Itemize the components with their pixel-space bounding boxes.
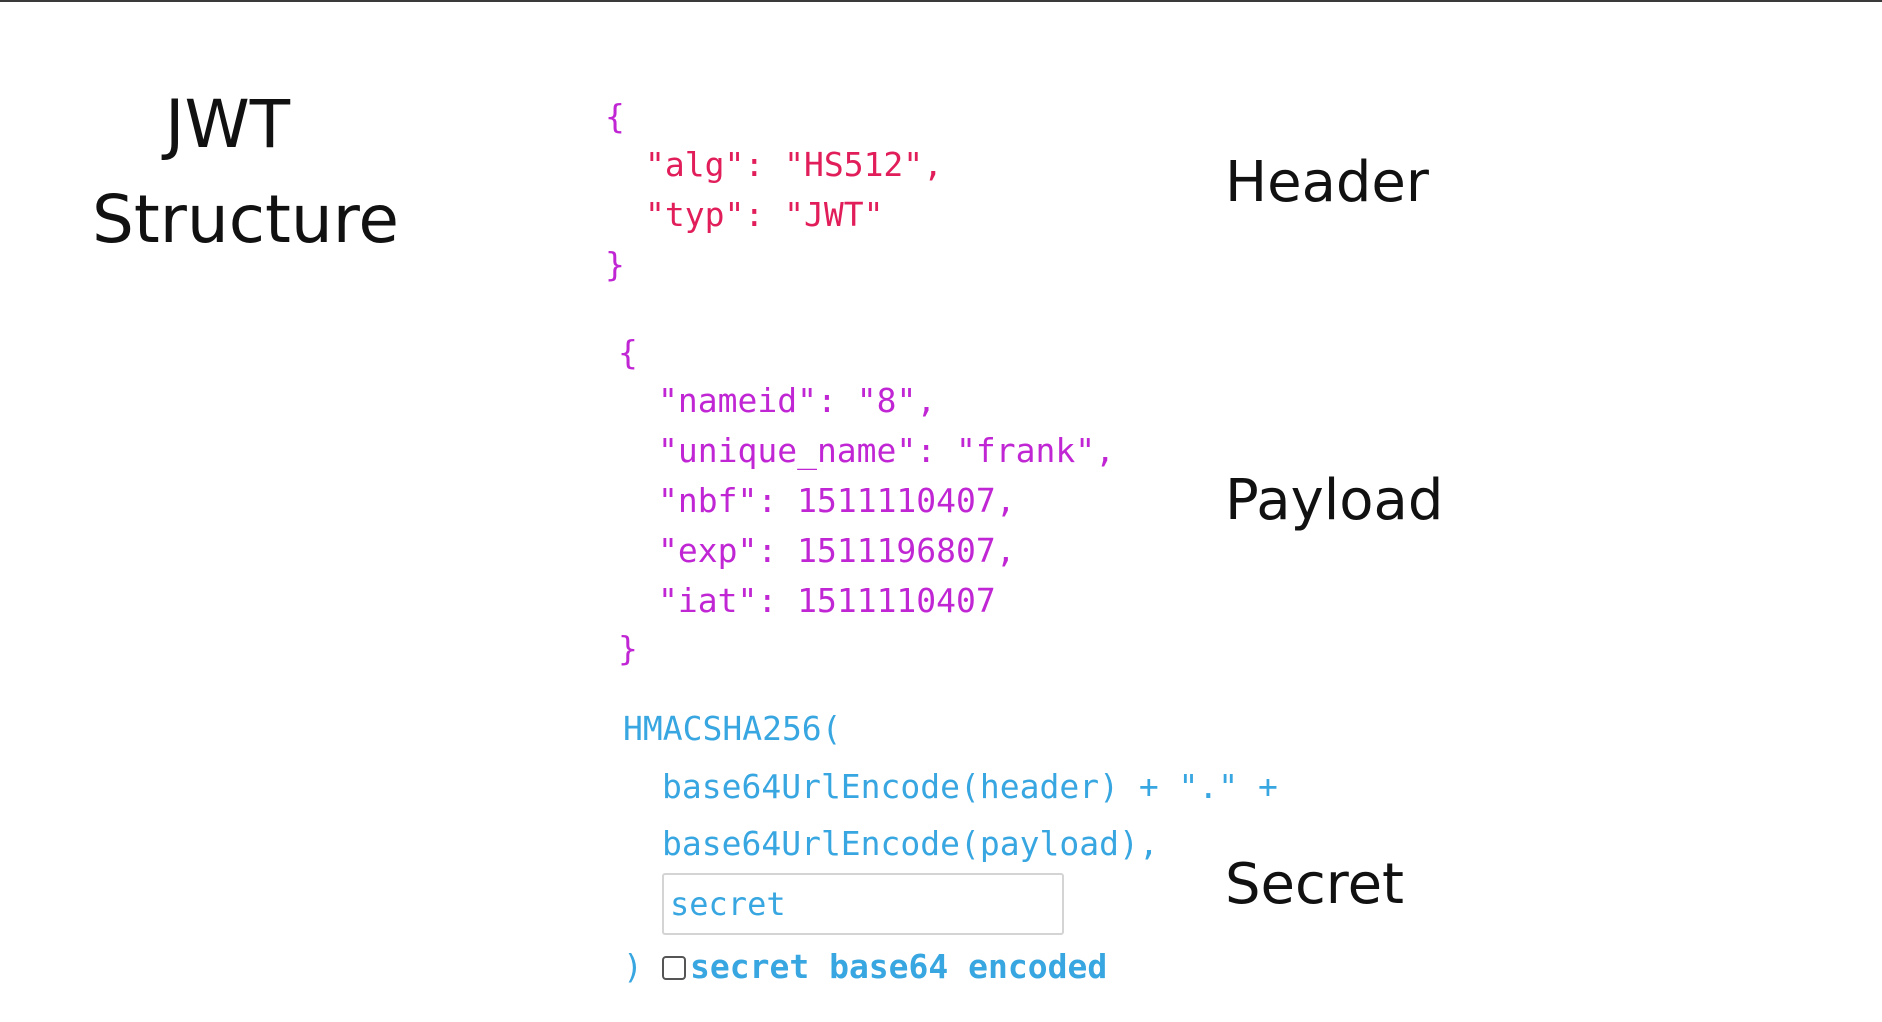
secret-base64-checkbox[interactable] — [662, 956, 686, 980]
typ-colon: : — [744, 195, 785, 234]
alg-value: "HS512" — [784, 145, 924, 184]
payload-close-brace: } — [618, 629, 638, 668]
secret-base64-label[interactable]: secret base64 encoded — [690, 950, 1107, 983]
typ-key: "typ" — [645, 195, 745, 234]
typ-value: "JWT" — [784, 195, 884, 234]
exp-comma: , — [995, 531, 1016, 570]
secret-label: Secret — [1225, 852, 1404, 917]
exp-value: 1511196807 — [797, 531, 996, 570]
iat-value: 1511110407 — [797, 581, 996, 620]
payload-exp-line: "exp": 1511196807, — [658, 534, 1016, 567]
payload-iat-line: "iat": 1511110407 — [658, 584, 996, 617]
title-structure: Structure — [92, 181, 400, 258]
unique-name-value: "frank" — [956, 431, 1096, 470]
payload-unique-name-line: "unique_name": "frank", — [658, 434, 1115, 467]
header-close-brace: } — [605, 245, 625, 284]
hmac-function-close: ) — [623, 947, 643, 986]
hmac-function-open: HMACSHA256( — [623, 709, 842, 748]
nbf-value: 1511110407 — [797, 481, 996, 520]
exp-key: "exp" — [658, 531, 758, 570]
header-typ-line: "typ": "JWT" — [645, 198, 883, 231]
nameid-comma: , — [916, 381, 937, 420]
iat-key: "iat" — [658, 581, 758, 620]
header-open-brace: { — [605, 97, 625, 136]
base64-header-line: base64UrlEncode(header) + "." + — [662, 767, 1278, 806]
alg-comma: , — [923, 145, 944, 184]
nameid-value: "8" — [856, 381, 917, 420]
payload-label: Payload — [1225, 468, 1444, 533]
unique-name-comma: , — [1095, 431, 1115, 470]
iat-colon: : — [757, 581, 798, 620]
unique-name-colon: : — [916, 431, 957, 470]
alg-key: "alg" — [645, 145, 745, 184]
base64-payload-line: base64UrlEncode(payload), — [662, 824, 1159, 863]
payload-nameid-line: "nameid": "8", — [658, 384, 936, 417]
title-jwt: JWT — [165, 86, 291, 163]
header-alg-line: "alg": "HS512", — [645, 148, 943, 181]
payload-open-brace: { — [618, 333, 638, 372]
unique-name-key: "unique_name" — [658, 431, 917, 470]
header-label: Header — [1225, 150, 1429, 215]
top-rule — [0, 0, 1882, 2]
nbf-comma: , — [995, 481, 1016, 520]
alg-colon: : — [744, 145, 785, 184]
secret-input[interactable] — [662, 873, 1064, 935]
payload-nbf-line: "nbf": 1511110407, — [658, 484, 1016, 517]
exp-colon: : — [757, 531, 798, 570]
nameid-colon: : — [816, 381, 857, 420]
nbf-colon: : — [757, 481, 798, 520]
nameid-key: "nameid" — [658, 381, 817, 420]
nbf-key: "nbf" — [658, 481, 758, 520]
